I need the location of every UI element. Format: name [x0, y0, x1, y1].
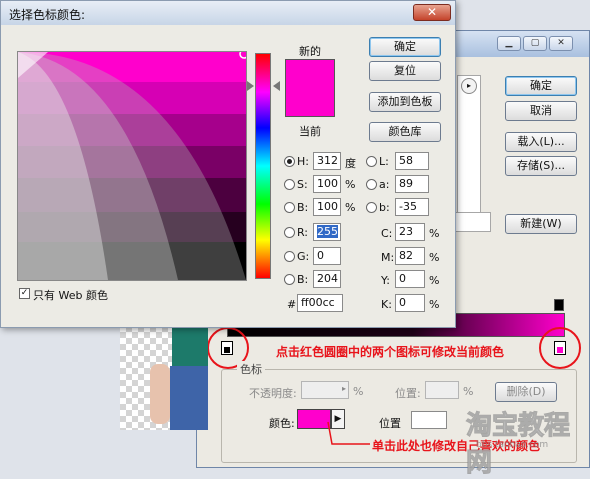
- current-color-label: 当前: [299, 125, 321, 138]
- r-input-value: 255: [317, 225, 338, 238]
- color-label: 颜色:: [269, 417, 295, 430]
- editor-ok-button[interactable]: 确定: [505, 76, 577, 96]
- picker-title: 选择色标颜色:: [9, 8, 86, 22]
- c-input[interactable]: 23: [395, 223, 425, 241]
- hex-label: #: [287, 298, 297, 311]
- picker-titlebar: 选择色标颜色: ✕: [1, 1, 455, 25]
- b-unit: %: [345, 201, 356, 214]
- color-field-graphic[interactable]: [18, 52, 246, 280]
- m-unit: %: [429, 251, 440, 264]
- add-to-swatches-button[interactable]: 添加到色板: [369, 92, 441, 112]
- hue-slider-left-arrow[interactable]: [247, 81, 254, 91]
- s-input[interactable]: 100: [313, 175, 341, 193]
- opacity-percent: %: [353, 385, 364, 398]
- s-radio[interactable]: [284, 179, 295, 190]
- b-input[interactable]: 100: [313, 198, 341, 216]
- m-input[interactable]: 82: [395, 247, 425, 265]
- s-label: S:: [297, 178, 308, 191]
- k-input[interactable]: 0: [395, 294, 425, 312]
- b-label: B:: [297, 201, 309, 214]
- g-input[interactable]: 0: [313, 247, 341, 265]
- annotation-note-1: 点击红色圆圈中的两个图标可修改当前颜色: [276, 345, 505, 359]
- h-unit: 度: [345, 157, 356, 170]
- l-label: L:: [379, 155, 389, 168]
- picker-ok-button[interactable]: 确定: [369, 37, 441, 57]
- lab-b-label: b:: [379, 201, 390, 214]
- h-label: H:: [297, 155, 309, 168]
- picker-reset-button[interactable]: 复位: [369, 61, 441, 81]
- close-button[interactable]: ✕: [549, 36, 573, 51]
- location2-label: 位置: [379, 417, 401, 430]
- color-library-button[interactable]: 颜色库: [369, 122, 441, 142]
- lab-b-radio[interactable]: [366, 202, 377, 213]
- location-input[interactable]: [425, 381, 459, 399]
- a-input[interactable]: 89: [395, 175, 429, 193]
- web-only-label: 只有 Web 颜色: [33, 289, 108, 302]
- location-percent: %: [463, 385, 474, 398]
- k-unit: %: [429, 298, 440, 311]
- l-radio[interactable]: [366, 156, 377, 167]
- y-label: Y:: [381, 274, 390, 287]
- k-label: K:: [381, 298, 392, 311]
- hue-slider-right-arrow[interactable]: [273, 81, 280, 91]
- color-preview: [285, 59, 335, 117]
- b-radio[interactable]: [284, 202, 295, 213]
- editor-save-button[interactable]: 存储(S)...: [505, 156, 577, 176]
- editor-new-button[interactable]: 新建(W): [505, 214, 577, 234]
- h-radio[interactable]: [284, 156, 295, 167]
- editor-load-button[interactable]: 载入(L)...: [505, 132, 577, 152]
- person-shirt: [172, 326, 208, 366]
- r-radio[interactable]: [284, 227, 295, 238]
- editor-cancel-button[interactable]: 取消: [505, 101, 577, 121]
- stops-group-title: 色标: [237, 361, 265, 377]
- b2-input[interactable]: 204: [313, 270, 341, 288]
- picker-close-button[interactable]: ✕: [413, 4, 451, 21]
- opacity-label: 不透明度:: [249, 387, 297, 400]
- presets-scroll-area[interactable]: ▸: [457, 75, 481, 223]
- delete-stop-button[interactable]: 删除(D): [495, 382, 557, 402]
- y-input[interactable]: 0: [395, 270, 425, 288]
- minimize-button[interactable]: ▁: [497, 36, 521, 51]
- person-jeans: [170, 366, 208, 430]
- photo-image: [120, 326, 208, 430]
- location2-input[interactable]: [411, 411, 447, 429]
- g-label: G:: [297, 250, 310, 263]
- annotation-arrow-line: [327, 421, 370, 445]
- r-input[interactable]: 255: [313, 223, 341, 241]
- g-radio[interactable]: [284, 251, 295, 262]
- current-color-swatch[interactable]: [286, 88, 334, 116]
- hex-input[interactable]: ff00cc: [297, 294, 343, 312]
- person-arm: [150, 364, 170, 424]
- maximize-button[interactable]: ▢: [523, 36, 547, 51]
- a-label: a:: [379, 178, 390, 191]
- h-input[interactable]: 312: [313, 152, 341, 170]
- s-unit: %: [345, 178, 356, 191]
- opacity-input[interactable]: ▸: [301, 381, 349, 399]
- new-color-label: 新的: [299, 45, 321, 58]
- l-input[interactable]: 58: [395, 152, 429, 170]
- y-unit: %: [429, 274, 440, 287]
- c-unit: %: [429, 227, 440, 240]
- r-label: R:: [297, 226, 309, 239]
- new-color-swatch: [286, 60, 334, 88]
- color-field[interactable]: [17, 51, 247, 281]
- b2-label: B:: [297, 273, 309, 286]
- m-label: M:: [381, 251, 395, 264]
- location-label: 位置:: [395, 387, 421, 400]
- highlight-circle-right: [539, 327, 581, 369]
- color-picker-dialog: 选择色标颜色: ✕ 新的 当前 确定 复位 添加到色板 颜色库 H: 312 度…: [0, 0, 456, 328]
- opacity-stop-icon[interactable]: [554, 299, 564, 311]
- hue-slider[interactable]: [255, 53, 271, 279]
- a-radio[interactable]: [366, 179, 377, 190]
- watermark-url: bbs.taobao.com: [476, 440, 549, 450]
- web-only-checkbox[interactable]: ✓: [19, 288, 30, 299]
- b2-radio[interactable]: [284, 274, 295, 285]
- c-label: C:: [381, 227, 393, 240]
- lab-b-input[interactable]: -35: [395, 198, 429, 216]
- annotation-arrow: [327, 421, 370, 445]
- presets-menu-icon[interactable]: ▸: [461, 78, 477, 94]
